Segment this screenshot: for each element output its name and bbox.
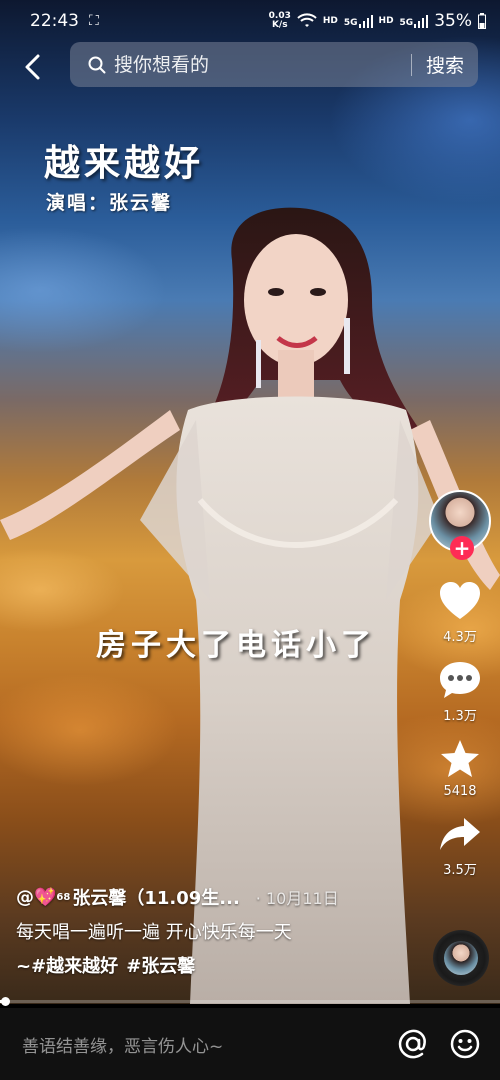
- progress-knob[interactable]: [1, 997, 10, 1006]
- star-icon: [438, 738, 482, 780]
- author-level: 68: [56, 891, 71, 903]
- share-count: 3.5万: [443, 863, 477, 878]
- smiley-icon[interactable]: [448, 1027, 482, 1061]
- video-progress-bar[interactable]: [0, 997, 500, 1006]
- hd-badge-2: HD: [378, 16, 394, 26]
- like-action[interactable]: 4.3万: [428, 580, 492, 645]
- author-name: 张云馨（11.09生...: [72, 888, 240, 909]
- signal-1-label: 5G: [343, 18, 358, 28]
- speech-bubble-icon: [438, 659, 482, 701]
- author-line[interactable]: @💖 68 张云馨（11.09生... · 10月11日: [16, 884, 416, 910]
- author-avatar-item: +: [428, 490, 492, 560]
- follow-button[interactable]: +: [450, 536, 474, 560]
- battery-icon: [478, 13, 486, 29]
- signal-2: 5G: [400, 14, 429, 28]
- status-right: 0.03 K/s HD 5G HD 5G 35%: [269, 11, 486, 31]
- hashtag-prefix: ~: [16, 956, 32, 977]
- song-title: 越来越好: [44, 142, 205, 184]
- caption-text: 每天唱一遍听一遍 开心快乐每一天: [16, 922, 292, 943]
- video-screen: 22:43 ⛶ 0.03 K/s HD 5G HD 5G 35% 搜你想看的 搜…: [0, 0, 500, 1080]
- lyric-subtitle: 房子大了电话小了: [96, 628, 376, 663]
- search-header: 搜索: [0, 42, 500, 90]
- hashtag-link[interactable]: #张云馨: [126, 956, 195, 977]
- post-date: · 10月11日: [255, 889, 339, 908]
- share-arrow-icon: [438, 813, 482, 855]
- search-icon: [88, 56, 106, 74]
- music-cover-avatar: [444, 941, 478, 975]
- screen-record-icon: ⛶: [89, 13, 99, 29]
- search-input[interactable]: [112, 52, 411, 77]
- signal-bars-icon: [414, 15, 429, 28]
- search-box[interactable]: 搜索: [70, 42, 478, 87]
- comment-bar: 善语结善缘，恶言伤人心~: [0, 1008, 500, 1080]
- hd-badge-1: HD: [322, 16, 338, 26]
- battery-percent: 35%: [434, 11, 472, 31]
- favorite-count: 5418: [443, 784, 477, 799]
- back-button[interactable]: [16, 50, 50, 84]
- at-icon[interactable]: [396, 1027, 430, 1061]
- signal-2-label: 5G: [399, 18, 414, 28]
- search-button[interactable]: 搜索: [426, 51, 464, 78]
- status-left: 22:43 ⛶: [30, 11, 99, 31]
- favorite-action[interactable]: 5418: [428, 738, 492, 799]
- share-action[interactable]: 3.5万: [428, 813, 492, 878]
- music-disc[interactable]: [433, 930, 489, 986]
- chevron-left-icon: [25, 54, 40, 80]
- signal-1: 5G: [344, 14, 373, 28]
- comment-input[interactable]: 善语结善缘，恶言伤人心~: [22, 1032, 396, 1057]
- net-speed-unit: K/s: [271, 20, 288, 30]
- hashtag-link[interactable]: #越来越好: [31, 956, 118, 977]
- wifi-icon: [297, 13, 317, 27]
- net-speed: 0.03 K/s: [269, 12, 291, 30]
- hashtag-line: ~#越来越好 #张云馨: [16, 952, 416, 978]
- status-time: 22:43: [30, 11, 79, 31]
- action-column: + 4.3万 1.3万 5418 3.5万: [428, 490, 492, 878]
- author-prefix: @💖: [16, 886, 57, 908]
- signal-bars-icon: [358, 15, 373, 28]
- heart-icon: [438, 580, 482, 622]
- status-bar: 22:43 ⛶ 0.03 K/s HD 5G HD 5G 35%: [0, 0, 500, 42]
- like-count: 4.3万: [443, 630, 477, 645]
- song-singer: 演唱：张云馨: [46, 192, 173, 214]
- comment-count: 1.3万: [443, 709, 477, 724]
- comment-action[interactable]: 1.3万: [428, 659, 492, 724]
- video-caption: @💖 68 张云馨（11.09生... · 10月11日 每天唱一遍听一遍 开心…: [16, 884, 416, 978]
- search-divider: [410, 53, 412, 76]
